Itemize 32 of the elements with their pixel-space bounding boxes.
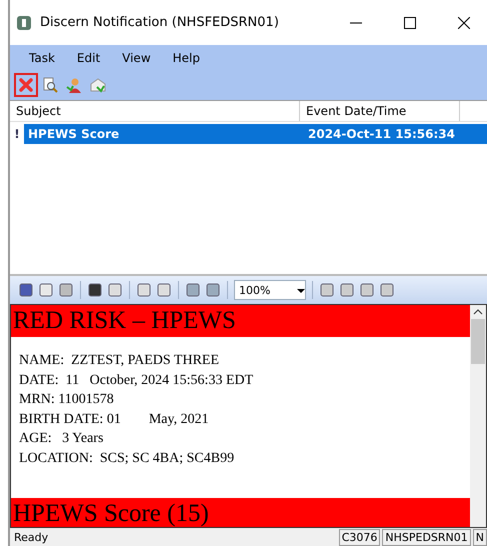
patient-detail: LOCATION: SCS; SC 4BA; SC4B99	[19, 450, 236, 468]
close-icon[interactable]	[458, 16, 470, 28]
zoom-dropdown[interactable]: 100%	[234, 280, 306, 300]
status-panel: NHSPEDSRN01	[382, 528, 471, 546]
column-header[interactable]: Subject	[10, 101, 300, 121]
patient-detail: NAME: ZZTEST, PAEDS THREE	[19, 352, 220, 370]
column-header[interactable]: Event Date/Time	[300, 101, 460, 121]
patient-detail: DATE: 11 October, 2024 15:56:33 EDT	[19, 372, 254, 390]
close-icon	[18, 77, 34, 93]
menu-item[interactable]: View	[113, 48, 160, 66]
scrollbar[interactable]	[470, 305, 486, 527]
patient-detail: MRN: 11001578	[19, 391, 115, 409]
scroll-thumb[interactable]	[471, 319, 485, 364]
section-heading: HPEWS Score (15)	[11, 498, 470, 527]
list-row[interactable]: HPEWS Score 2024-Oct-11 15:56:34	[24, 124, 487, 144]
envelope-icon	[90, 77, 106, 93]
risk-banner: RED RISK – HPEWS	[11, 305, 470, 337]
menu-item[interactable]: Edit	[68, 48, 110, 66]
person-icon	[66, 77, 82, 93]
toolbar-button[interactable]	[14, 73, 38, 97]
maximize-icon[interactable]	[404, 16, 416, 28]
magnifier-page-icon	[42, 77, 58, 93]
patient-detail: AGE: 3 Years	[19, 430, 104, 448]
menu-item[interactable]: Help	[164, 48, 209, 66]
app-icon	[16, 14, 32, 30]
window-title: Discern Notification (NHSFEDSRN01)	[40, 15, 280, 30]
patient-detail: BIRTH DATE: 01 May, 2021	[19, 410, 210, 428]
status-panel: C3076	[338, 528, 380, 546]
priority-marker: !	[13, 127, 21, 141]
status-message: Ready	[13, 530, 50, 544]
status-panel: N	[472, 528, 487, 546]
menu-item[interactable]: Task	[20, 48, 64, 66]
